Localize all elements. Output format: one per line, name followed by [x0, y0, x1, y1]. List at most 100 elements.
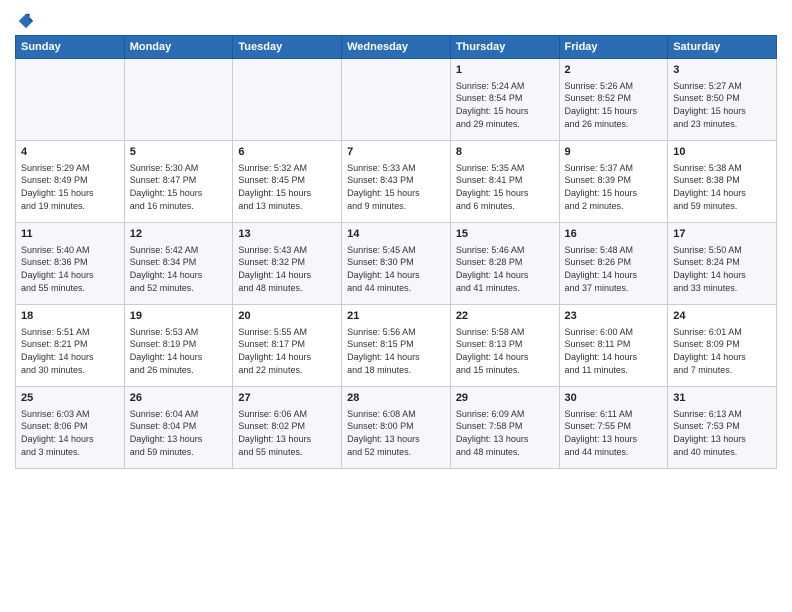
day-number: 29 [456, 391, 554, 406]
day-info: Sunrise: 5:40 AM Sunset: 8:36 PM Dayligh… [21, 244, 119, 294]
day-info: Sunrise: 6:06 AM Sunset: 8:02 PM Dayligh… [238, 408, 336, 458]
calendar-cell: 5 Sunrise: 5:30 AM Sunset: 8:47 PM Daylig… [124, 141, 233, 223]
day-info: Sunrise: 5:48 AM Sunset: 8:26 PM Dayligh… [565, 244, 663, 294]
day-number: 13 [238, 227, 336, 242]
day-info: Sunrise: 5:37 AM Sunset: 8:39 PM Dayligh… [565, 162, 663, 212]
calendar-table: SundayMondayTuesdayWednesdayThursdayFrid… [15, 35, 777, 469]
calendar-cell: 21 Sunrise: 5:56 AM Sunset: 8:15 PM Dayli… [342, 305, 451, 387]
calendar-cell [233, 59, 342, 141]
day-info: Sunrise: 5:27 AM Sunset: 8:50 PM Dayligh… [673, 80, 771, 130]
day-number: 10 [673, 145, 771, 160]
day-number: 19 [130, 309, 228, 324]
calendar-cell: 30Sunrise: 6:11 AM Sunset: 7:55 PM Dayli… [559, 387, 668, 469]
calendar-cell: 4 Sunrise: 5:29 AM Sunset: 8:49 PM Daylig… [16, 141, 125, 223]
main-container: SundayMondayTuesdayWednesdayThursdayFrid… [0, 0, 792, 474]
calendar-cell: 11 Sunrise: 5:40 AM Sunset: 8:36 PM Dayli… [16, 223, 125, 305]
calendar-cell: 14 Sunrise: 5:45 AM Sunset: 8:30 PM Dayli… [342, 223, 451, 305]
calendar-cell: 23 Sunrise: 6:00 AM Sunset: 8:11 PM Dayli… [559, 305, 668, 387]
day-number: 18 [21, 309, 119, 324]
day-info: Sunrise: 5:30 AM Sunset: 8:47 PM Dayligh… [130, 162, 228, 212]
calendar-cell: 18 Sunrise: 5:51 AM Sunset: 8:21 PM Dayli… [16, 305, 125, 387]
weekday-header-monday: Monday [124, 36, 233, 59]
logo [15, 10, 35, 27]
day-info: Sunrise: 5:29 AM Sunset: 8:49 PM Dayligh… [21, 162, 119, 212]
day-info: Sunrise: 6:09 AM Sunset: 7:58 PM Dayligh… [456, 408, 554, 458]
calendar-cell: 25Sunrise: 6:03 AM Sunset: 8:06 PM Dayli… [16, 387, 125, 469]
day-info: Sunrise: 5:38 AM Sunset: 8:38 PM Dayligh… [673, 162, 771, 212]
calendar-week-row: 18 Sunrise: 5:51 AM Sunset: 8:21 PM Dayli… [16, 305, 777, 387]
day-number: 30 [565, 391, 663, 406]
day-info: Sunrise: 6:00 AM Sunset: 8:11 PM Dayligh… [565, 326, 663, 376]
day-number: 9 [565, 145, 663, 160]
weekday-header-friday: Friday [559, 36, 668, 59]
calendar-cell: 24 Sunrise: 6:01 AM Sunset: 8:09 PM Dayli… [668, 305, 777, 387]
weekday-header-row: SundayMondayTuesdayWednesdayThursdayFrid… [16, 36, 777, 59]
weekday-header-thursday: Thursday [450, 36, 559, 59]
day-info: Sunrise: 5:56 AM Sunset: 8:15 PM Dayligh… [347, 326, 445, 376]
weekday-header-tuesday: Tuesday [233, 36, 342, 59]
calendar-cell: 2Sunrise: 5:26 AM Sunset: 8:52 PM Daylig… [559, 59, 668, 141]
calendar-cell: 22Sunrise: 5:58 AM Sunset: 8:13 PM Dayli… [450, 305, 559, 387]
day-number: 23 [565, 309, 663, 324]
day-number: 22 [456, 309, 554, 324]
day-info: Sunrise: 6:13 AM Sunset: 7:53 PM Dayligh… [673, 408, 771, 458]
calendar-week-row: 1 Sunrise: 5:24 AM Sunset: 8:54 PM Daylig… [16, 59, 777, 141]
day-number: 24 [673, 309, 771, 324]
day-info: Sunrise: 6:01 AM Sunset: 8:09 PM Dayligh… [673, 326, 771, 376]
day-number: 26 [130, 391, 228, 406]
calendar-cell: 31 Sunrise: 6:13 AM Sunset: 7:53 PM Dayli… [668, 387, 777, 469]
day-info: Sunrise: 6:08 AM Sunset: 8:00 PM Dayligh… [347, 408, 445, 458]
day-number: 14 [347, 227, 445, 242]
day-number: 4 [21, 145, 119, 160]
day-number: 5 [130, 145, 228, 160]
logo-icon [17, 12, 35, 30]
calendar-cell: 9 Sunrise: 5:37 AM Sunset: 8:39 PM Daylig… [559, 141, 668, 223]
calendar-week-row: 4 Sunrise: 5:29 AM Sunset: 8:49 PM Daylig… [16, 141, 777, 223]
calendar-cell: 19Sunrise: 5:53 AM Sunset: 8:19 PM Dayli… [124, 305, 233, 387]
day-info: Sunrise: 5:51 AM Sunset: 8:21 PM Dayligh… [21, 326, 119, 376]
calendar-cell: 28 Sunrise: 6:08 AM Sunset: 8:00 PM Dayli… [342, 387, 451, 469]
day-number: 20 [238, 309, 336, 324]
calendar-cell: 3 Sunrise: 5:27 AM Sunset: 8:50 PM Daylig… [668, 59, 777, 141]
weekday-header-saturday: Saturday [668, 36, 777, 59]
day-info: Sunrise: 5:42 AM Sunset: 8:34 PM Dayligh… [130, 244, 228, 294]
day-info: Sunrise: 5:35 AM Sunset: 8:41 PM Dayligh… [456, 162, 554, 212]
calendar-week-row: 11 Sunrise: 5:40 AM Sunset: 8:36 PM Dayli… [16, 223, 777, 305]
day-number: 7 [347, 145, 445, 160]
calendar-cell: 12 Sunrise: 5:42 AM Sunset: 8:34 PM Dayli… [124, 223, 233, 305]
day-info: Sunrise: 5:50 AM Sunset: 8:24 PM Dayligh… [673, 244, 771, 294]
calendar-cell [124, 59, 233, 141]
day-info: Sunrise: 5:46 AM Sunset: 8:28 PM Dayligh… [456, 244, 554, 294]
calendar-cell [16, 59, 125, 141]
day-number: 31 [673, 391, 771, 406]
day-info: Sunrise: 5:33 AM Sunset: 8:43 PM Dayligh… [347, 162, 445, 212]
day-number: 1 [456, 63, 554, 78]
day-number: 21 [347, 309, 445, 324]
calendar-cell: 20 Sunrise: 5:55 AM Sunset: 8:17 PM Dayli… [233, 305, 342, 387]
day-number: 11 [21, 227, 119, 242]
day-info: Sunrise: 5:24 AM Sunset: 8:54 PM Dayligh… [456, 80, 554, 130]
day-number: 17 [673, 227, 771, 242]
day-number: 16 [565, 227, 663, 242]
day-info: Sunrise: 6:04 AM Sunset: 8:04 PM Dayligh… [130, 408, 228, 458]
day-info: Sunrise: 5:55 AM Sunset: 8:17 PM Dayligh… [238, 326, 336, 376]
day-info: Sunrise: 5:32 AM Sunset: 8:45 PM Dayligh… [238, 162, 336, 212]
calendar-cell: 7 Sunrise: 5:33 AM Sunset: 8:43 PM Daylig… [342, 141, 451, 223]
day-number: 3 [673, 63, 771, 78]
calendar-cell: 1 Sunrise: 5:24 AM Sunset: 8:54 PM Daylig… [450, 59, 559, 141]
calendar-cell: 6Sunrise: 5:32 AM Sunset: 8:45 PM Daylig… [233, 141, 342, 223]
day-number: 27 [238, 391, 336, 406]
calendar-cell: 8 Sunrise: 5:35 AM Sunset: 8:41 PM Daylig… [450, 141, 559, 223]
calendar-week-row: 25Sunrise: 6:03 AM Sunset: 8:06 PM Dayli… [16, 387, 777, 469]
weekday-header-sunday: Sunday [16, 36, 125, 59]
calendar-cell: 26 Sunrise: 6:04 AM Sunset: 8:04 PM Dayli… [124, 387, 233, 469]
calendar-cell: 13 Sunrise: 5:43 AM Sunset: 8:32 PM Dayli… [233, 223, 342, 305]
day-number: 15 [456, 227, 554, 242]
day-info: Sunrise: 5:43 AM Sunset: 8:32 PM Dayligh… [238, 244, 336, 294]
day-info: Sunrise: 5:45 AM Sunset: 8:30 PM Dayligh… [347, 244, 445, 294]
day-number: 8 [456, 145, 554, 160]
calendar-cell: 10 Sunrise: 5:38 AM Sunset: 8:38 PM Dayli… [668, 141, 777, 223]
day-number: 25 [21, 391, 119, 406]
day-number: 28 [347, 391, 445, 406]
day-number: 12 [130, 227, 228, 242]
